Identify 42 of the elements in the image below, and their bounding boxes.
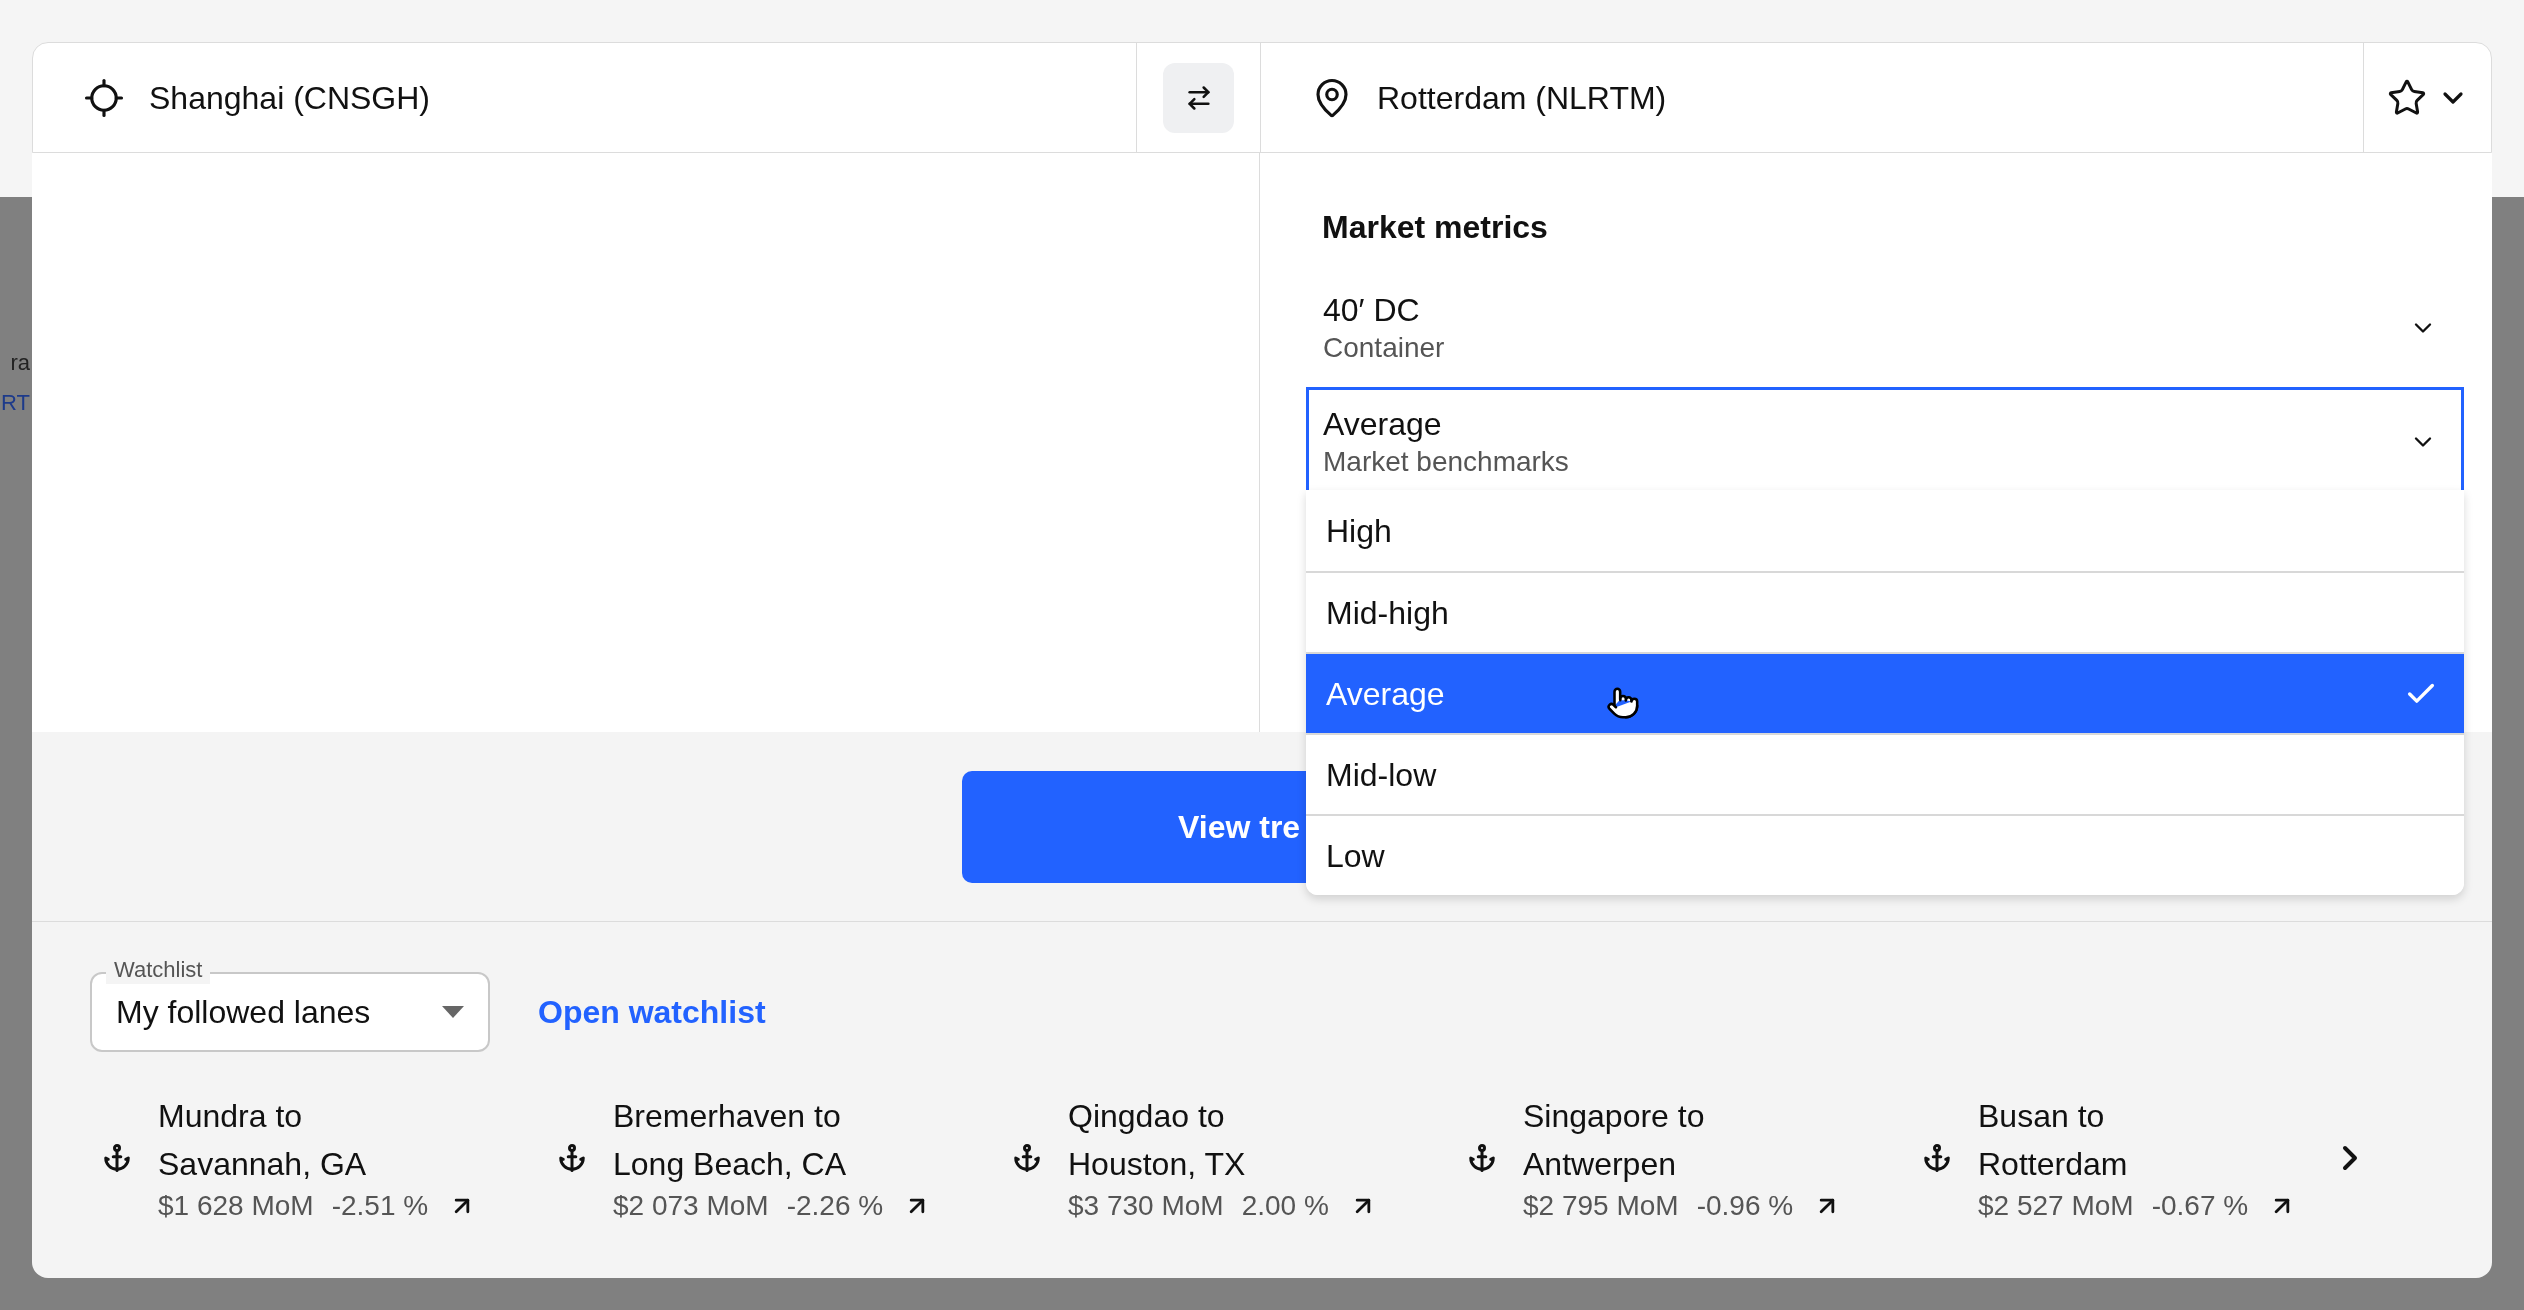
dropdown-option[interactable]: High bbox=[1306, 490, 2464, 571]
origin-field[interactable]: Shanghai (CNSGH) bbox=[149, 73, 430, 122]
lane-title[interactable]: Busan to Rotterdam bbox=[1978, 1092, 2297, 1188]
lane-change: -2.51 % bbox=[331, 1189, 429, 1223]
select-label: Container bbox=[1323, 331, 1445, 365]
lane-change: 2.00 % bbox=[1241, 1189, 1329, 1223]
destination-field[interactable]: Rotterdam (NLRTM) bbox=[1377, 73, 1667, 122]
lane-change: -2.26 % bbox=[786, 1189, 884, 1223]
lane-price: $2 073 MoM bbox=[613, 1189, 769, 1223]
dropdown-option[interactable]: Average bbox=[1306, 652, 2464, 733]
dropdown-option[interactable]: Mid-high bbox=[1306, 571, 2464, 652]
background-text: RT bbox=[1, 389, 31, 417]
select-value: Average bbox=[1323, 405, 1443, 444]
dropdown-option[interactable]: Mid-low bbox=[1306, 733, 2464, 814]
anchor-icon bbox=[1922, 1143, 1952, 1173]
select-field[interactable]: 40′ DC Container bbox=[1306, 273, 2464, 383]
lane-title[interactable]: Singapore to Antwerpen bbox=[1523, 1092, 1842, 1188]
select-value: 40′ DC bbox=[1323, 291, 1421, 330]
select-label: Market benchmarks bbox=[1323, 445, 1569, 479]
star-icon[interactable] bbox=[2386, 77, 2427, 118]
anchor-icon bbox=[557, 1143, 587, 1173]
lane-title[interactable]: Qingdao to Houston, TX bbox=[1068, 1092, 1377, 1188]
open-watchlist-link[interactable]: Open watchlist bbox=[538, 988, 766, 1036]
dropdown-option[interactable]: Low bbox=[1306, 814, 2464, 895]
lane-change: -0.96 % bbox=[1696, 1189, 1794, 1223]
lane-price: $2 795 MoM bbox=[1523, 1189, 1679, 1223]
swap-button[interactable] bbox=[1163, 62, 1234, 133]
anchor-icon bbox=[102, 1143, 132, 1173]
hand-cursor-icon bbox=[1606, 686, 1640, 720]
background-text: ra bbox=[10, 349, 31, 377]
lane-title[interactable]: Bremerhaven to Long Beach, CA bbox=[613, 1092, 932, 1188]
section-title: Market metrics bbox=[1322, 208, 1549, 247]
lane-price: $3 730 MoM bbox=[1068, 1189, 1224, 1223]
anchor-icon bbox=[1467, 1143, 1497, 1173]
lane-price: $1 628 MoM bbox=[158, 1189, 314, 1223]
view-trends-button[interactable]: View tre bbox=[962, 770, 1306, 883]
anchor-icon bbox=[1012, 1143, 1042, 1173]
lane-change: -0.67 % bbox=[2151, 1189, 2249, 1223]
lane-price: $2 527 MoM bbox=[1978, 1189, 2134, 1223]
lane-title[interactable]: Mundra to Savannah, GA bbox=[158, 1092, 477, 1188]
locate-icon bbox=[83, 76, 125, 119]
caret-icon bbox=[442, 1006, 464, 1018]
